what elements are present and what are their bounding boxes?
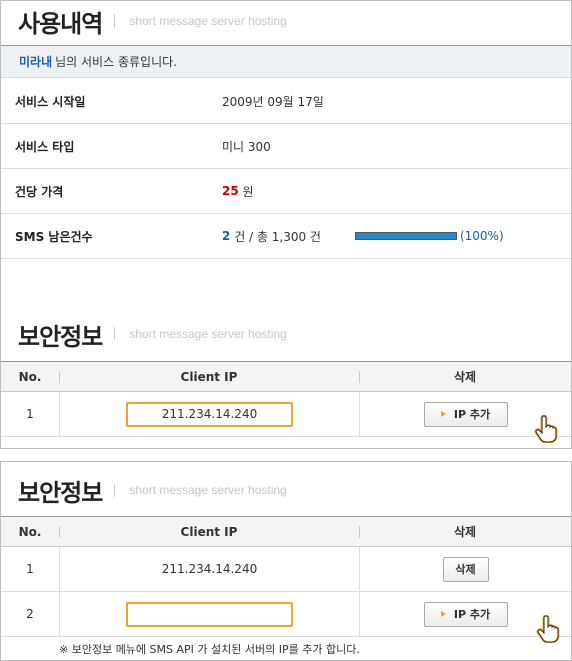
arrow-right-icon bbox=[440, 611, 446, 617]
info-row-start-date: 서비스 시작일 2009년 09월 17일 bbox=[1, 79, 571, 124]
col-no-header: No. bbox=[18, 369, 42, 384]
info-value: 2 건 / 총 1,300 건 (100%) bbox=[207, 228, 504, 245]
action-cell: IP 추가 bbox=[359, 592, 571, 643]
security-header: 보안정보 short message server hosting bbox=[1, 314, 287, 354]
add-ip-label: IP 추가 bbox=[453, 408, 491, 421]
col-ip-header: Client IP bbox=[59, 517, 359, 546]
info-row-unit-price: 건당 가격 25 원 bbox=[1, 169, 571, 214]
security-note: ※ 보안정보 메뉴에 SMS API 가 설치된 서버의 IP를 추가 합니다. bbox=[59, 643, 360, 656]
service-notice: 미라내 님의 서비스 종류입니다. bbox=[1, 45, 571, 78]
row-number: 1 bbox=[26, 562, 34, 576]
usage-panel: 사용내역 short message server hosting 미라내 님의… bbox=[0, 0, 572, 449]
notice-text: 님의 서비스 종류입니다. bbox=[55, 55, 177, 69]
security-header: 보안정보 short message server hosting bbox=[1, 470, 287, 510]
info-label: SMS 남은건수 bbox=[15, 229, 93, 244]
table-header: No. Client IP 삭제 bbox=[1, 516, 571, 547]
security-panel-result: 보안정보 short message server hosting No. Cl… bbox=[0, 461, 572, 661]
ip-cell bbox=[59, 392, 359, 436]
sms-progress-bar bbox=[354, 232, 457, 240]
security-title: 보안정보 bbox=[18, 478, 103, 507]
security-title: 보안정보 bbox=[18, 322, 103, 351]
security-subtitle: short message server hosting bbox=[129, 327, 287, 341]
add-ip-label: IP 추가 bbox=[453, 608, 491, 621]
row-number: 1 bbox=[26, 407, 34, 421]
info-value: 미니 300 bbox=[222, 139, 271, 154]
usage-subtitle: short message server hosting bbox=[129, 14, 287, 28]
client-ip-input[interactable] bbox=[126, 601, 293, 627]
row-number: 2 bbox=[26, 607, 34, 621]
table-header: No. Client IP 삭제 bbox=[1, 361, 571, 392]
info-label: 서비스 시작일 bbox=[15, 94, 86, 109]
usage-title: 사용내역 bbox=[18, 9, 103, 38]
user-name: 미라내 bbox=[19, 55, 53, 69]
remaining-total: 건 / 총 1,300 건 bbox=[234, 229, 321, 244]
price-unit: 원 bbox=[242, 184, 254, 199]
table-row: 1 211.234.14.240 삭제 bbox=[1, 547, 571, 592]
security-ip-table: No. Client IP 삭제 1 IP 추가 bbox=[1, 361, 571, 443]
hand-cursor-icon bbox=[536, 615, 560, 643]
ip-cell bbox=[59, 592, 359, 636]
title-divider bbox=[114, 14, 116, 28]
progress-fill bbox=[355, 233, 456, 239]
arrow-right-icon bbox=[440, 411, 446, 417]
col-ip-header: Client IP bbox=[59, 362, 359, 391]
usage-header: 사용내역 short message server hosting bbox=[1, 1, 287, 41]
action-cell: IP 추가 bbox=[359, 392, 571, 443]
usage-info-table: 서비스 시작일 2009년 09월 17일 서비스 타입 미니 300 건당 가… bbox=[1, 79, 571, 259]
client-ip-input[interactable] bbox=[126, 401, 293, 427]
col-no-header: No. bbox=[18, 524, 42, 539]
info-value: 2009년 09월 17일 bbox=[222, 94, 324, 109]
progress-percent: (100%) bbox=[459, 229, 504, 243]
info-label: 서비스 타입 bbox=[15, 139, 75, 154]
table-row: 1 IP 추가 bbox=[1, 392, 571, 443]
security-subtitle: short message server hosting bbox=[129, 483, 287, 497]
info-label: 건당 가격 bbox=[15, 184, 64, 199]
add-ip-button[interactable]: IP 추가 bbox=[423, 601, 508, 627]
info-row-service-type: 서비스 타입 미니 300 bbox=[1, 124, 571, 169]
delete-ip-button[interactable]: 삭제 bbox=[442, 556, 489, 582]
client-ip-value: 211.234.14.240 bbox=[59, 547, 359, 591]
hand-cursor-icon bbox=[534, 415, 558, 443]
title-divider bbox=[114, 483, 116, 497]
info-value: 25 원 bbox=[207, 183, 254, 200]
security-ip-table: No. Client IP 삭제 1 211.234.14.240 삭제 2 I… bbox=[1, 516, 571, 643]
action-cell: 삭제 bbox=[359, 547, 571, 591]
col-delete-header: 삭제 bbox=[359, 362, 571, 391]
info-row-sms-remaining: SMS 남은건수 2 건 / 총 1,300 건 (100%) bbox=[1, 214, 571, 259]
col-delete-header: 삭제 bbox=[359, 517, 571, 546]
price-value: 25 bbox=[222, 184, 239, 198]
add-ip-button[interactable]: IP 추가 bbox=[423, 401, 508, 427]
remaining-count: 2 bbox=[222, 229, 231, 243]
title-divider bbox=[114, 327, 116, 341]
table-row: 2 IP 추가 bbox=[1, 592, 571, 643]
